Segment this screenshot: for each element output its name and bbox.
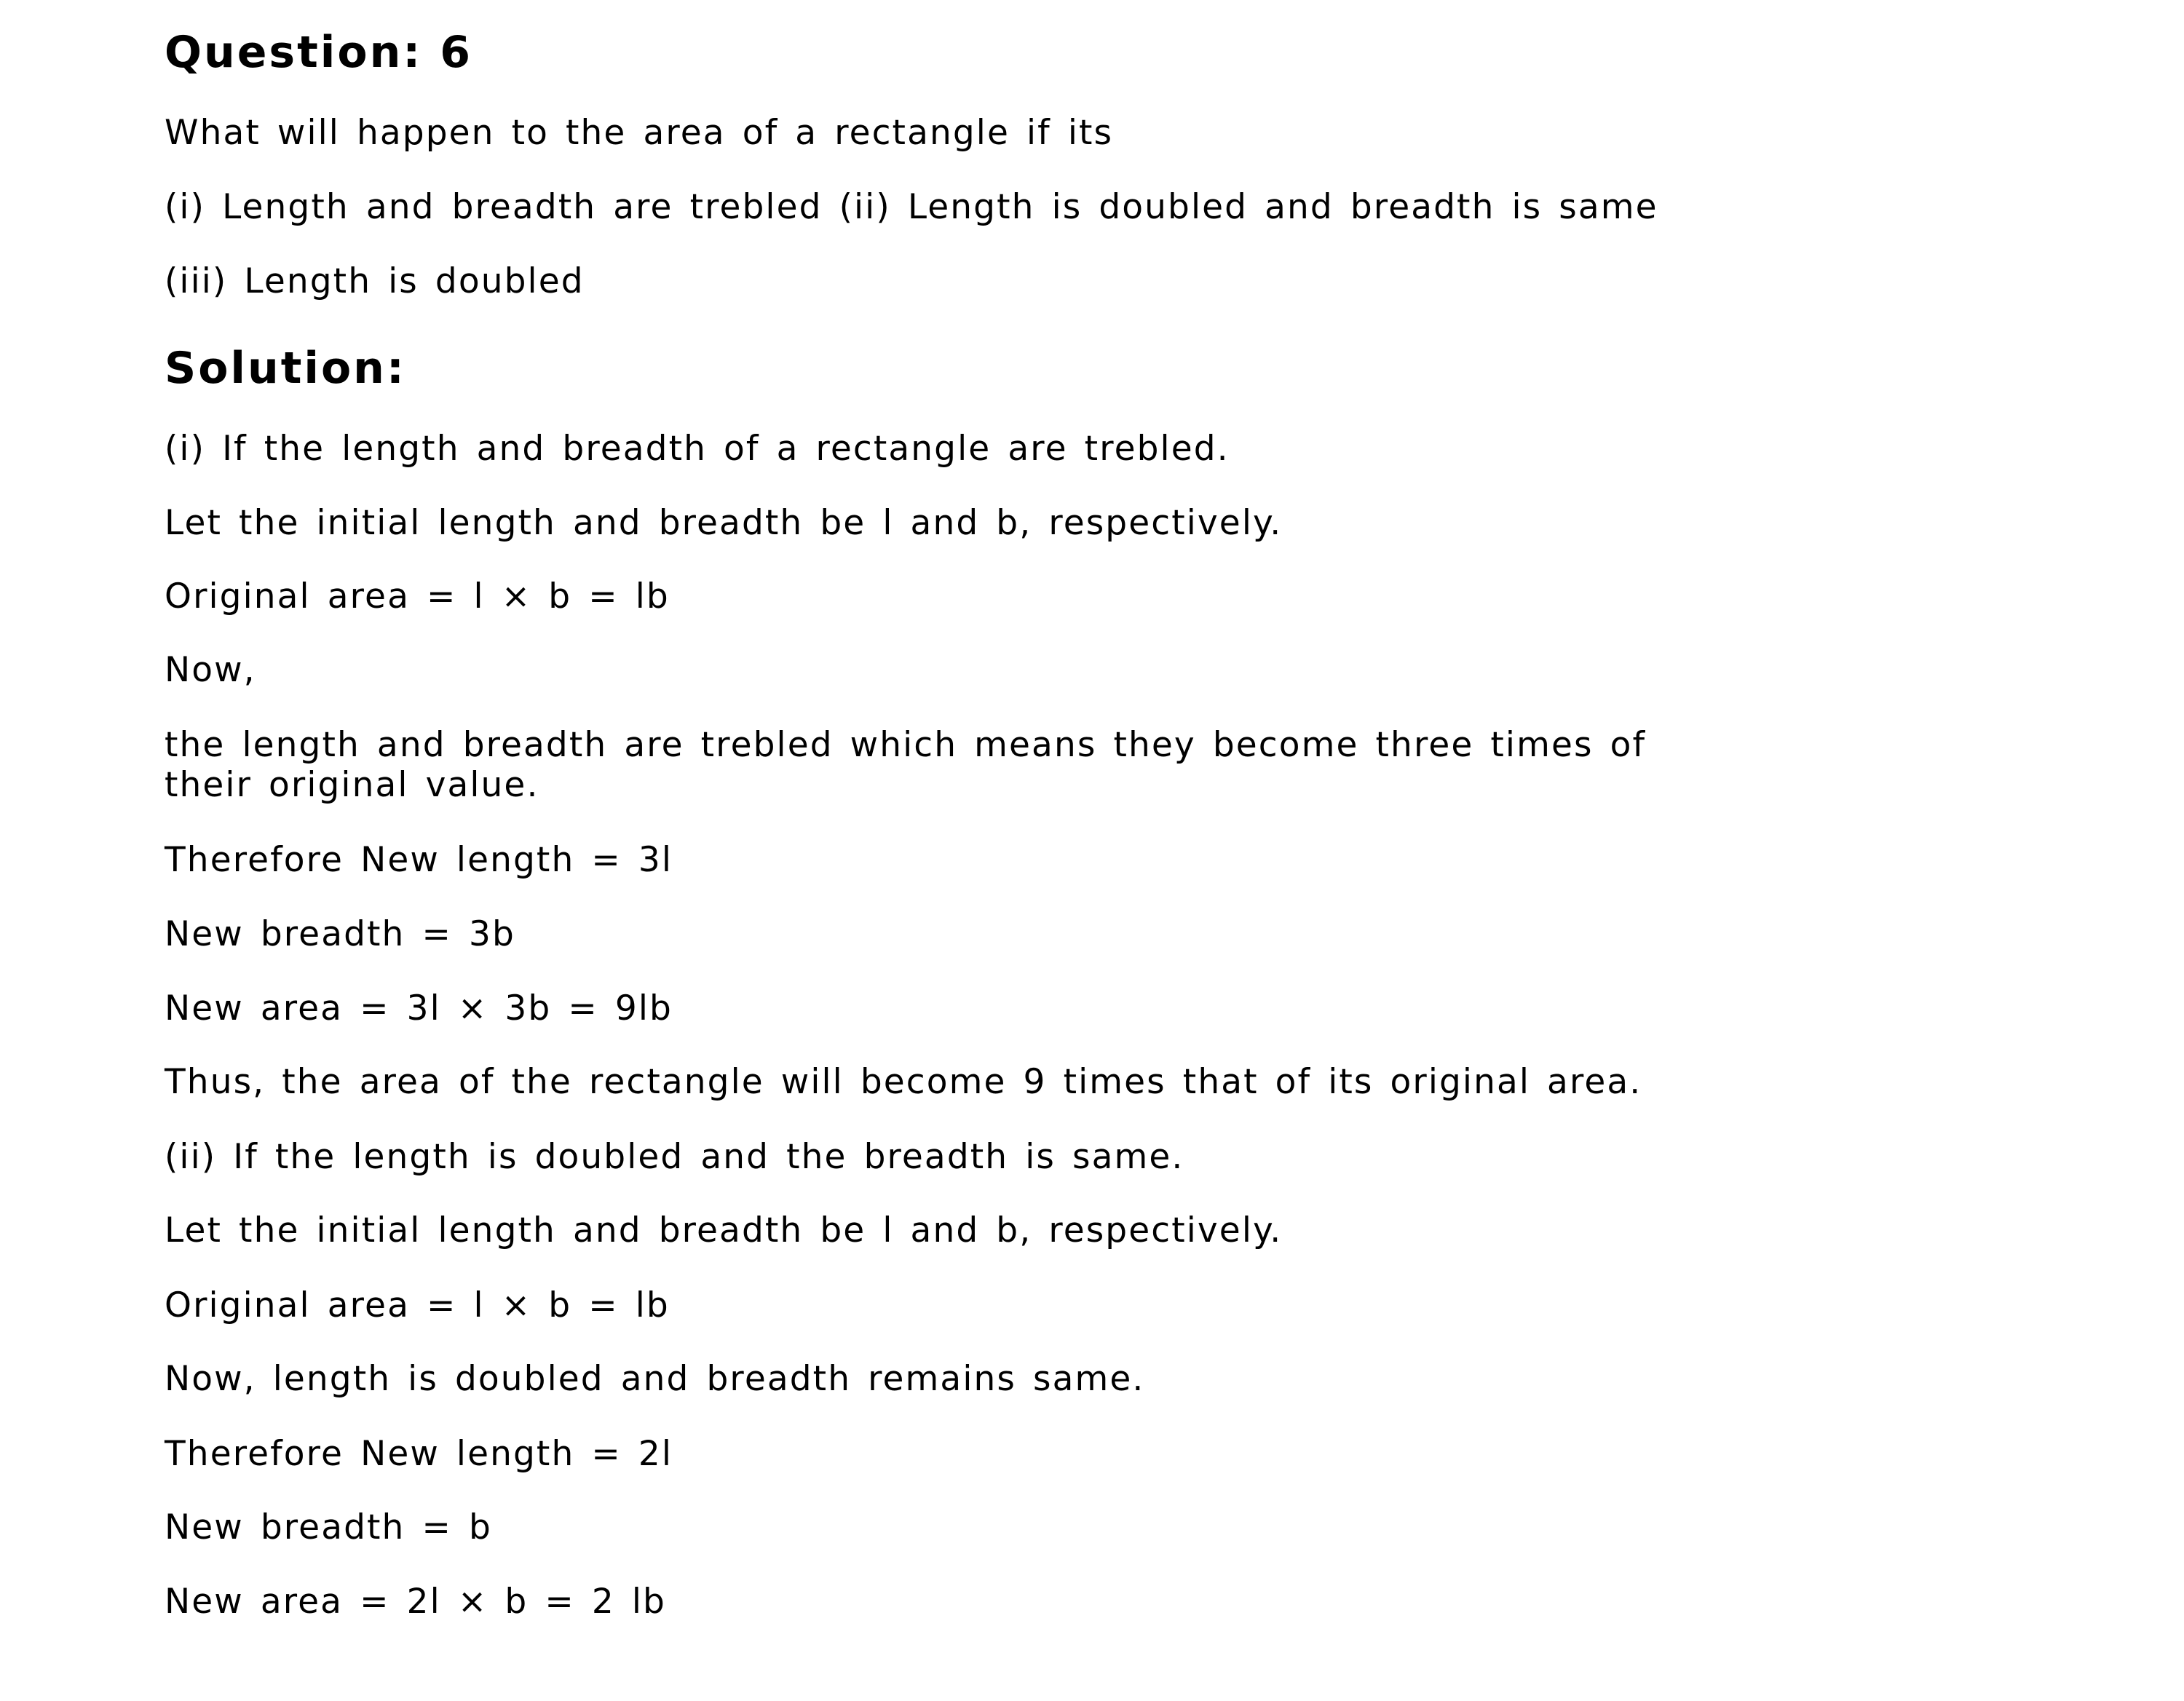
solution-heading: Solution: [165,343,406,394]
question-heading: Question: 6 [165,27,472,78]
solution-line: Now, length is doubled and breadth remai… [165,1359,1145,1399]
solution-line: New area = 2l × b = 2 lb [165,1582,666,1622]
solution-line: (i) If the length and breadth of a recta… [165,429,1230,469]
solution-line: Let the initial length and breadth be l … [165,503,1283,543]
solution-line: the length and breadth are trebled which… [165,725,1647,765]
solution-line: New area = 3l × 3b = 9lb [165,988,673,1028]
solution-line: Let the initial length and breadth be l … [165,1210,1283,1250]
solution-line: Now, [165,650,256,690]
solution-line: Therefore New length = 3l [165,840,673,880]
solution-line: New breadth = b [165,1507,492,1547]
question-line-3: (iii) Length is doubled [165,261,585,301]
solution-line: Thus, the area of the rectangle will bec… [165,1062,1642,1102]
solution-line: Original area = l × b = lb [165,576,670,616]
solution-line: (ii) If the length is doubled and the br… [165,1137,1184,1177]
solution-line: New breadth = 3b [165,914,515,954]
question-line-1: What will happen to the area of a rectan… [165,113,1114,153]
solution-line: their original value. [165,765,539,805]
question-line-2: (i) Length and breadth are trebled (ii) … [165,187,1658,227]
solution-line: Original area = l × b = lb [165,1285,670,1325]
solution-line: Therefore New length = 2l [165,1434,673,1474]
